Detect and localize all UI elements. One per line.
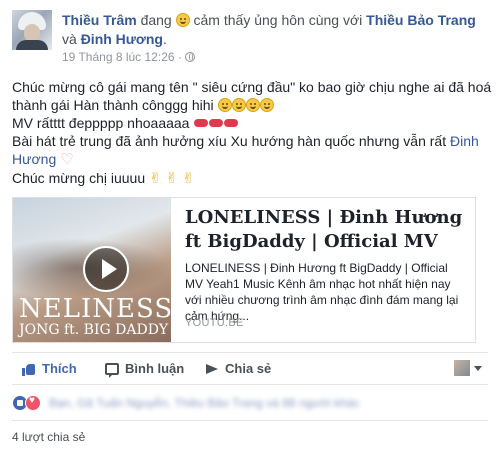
- play-icon[interactable]: [83, 246, 129, 292]
- lips-icon: [194, 119, 209, 127]
- preview-description: LONELINESS | Đinh Hương ft BigDaddy | Of…: [185, 261, 459, 323]
- preview-domain: YOUTU.BE: [185, 317, 244, 329]
- victory-hand-icon: ✌: [181, 170, 195, 187]
- post-text-4: Chúc mừng chị iuuuu: [12, 170, 146, 186]
- comment-icon: [105, 363, 119, 378]
- header-period: .: [163, 31, 167, 47]
- tagged-friend-1[interactable]: Thiều Bảo Trang: [366, 12, 476, 28]
- comment-button[interactable]: Bình luận: [105, 358, 184, 380]
- avatar: [454, 360, 470, 376]
- chevron-down-icon: [474, 365, 482, 371]
- reactions-summary[interactable]: Bạn, Gã Tuấn Nguyễn, Thiều Bảo Trang và …: [12, 393, 360, 413]
- post-card: Thiều Trâm đang cảm thấy ủng hôn cùng vớ…: [0, 0, 500, 457]
- grinning-emoji-icon: [175, 13, 190, 27]
- grinning-emoji-icon: [245, 98, 260, 112]
- heart-icon: ♡: [60, 151, 74, 168]
- divider: [12, 352, 488, 353]
- post-timestamp[interactable]: 19 Tháng 8 lúc 12:26 ·: [62, 50, 182, 64]
- post-text-2: MV rấtttt đeppppp nhoaaaaa: [12, 115, 190, 131]
- preview-text: LONELINESS | Đinh Hương ft BigDaddy | Of…: [185, 206, 469, 324]
- post-text-3: Bài hát trẻ trung đã ảnh hưởng xíu Xu hư…: [12, 133, 447, 149]
- reactor-names[interactable]: Bạn, Gã Tuấn Nguyễn, Thiều Bảo Trang và …: [49, 396, 360, 410]
- like-label: Thích: [42, 361, 77, 376]
- post-body: Chúc mừng cô gái mang tên " siêu cứng đầ…: [12, 78, 492, 188]
- status-prefix: đang: [140, 12, 172, 28]
- divider: [12, 420, 488, 421]
- thumbs-up-icon: [22, 363, 36, 376]
- post-line-3: Bài hát trẻ trung đã ảnh hưởng xíu Xu hư…: [12, 132, 492, 169]
- grinning-emoji-icon: [217, 98, 232, 112]
- action-bar: Thích Bình luận Chia sẻ: [12, 358, 488, 380]
- lips-icon: [209, 119, 224, 127]
- like-button[interactable]: Thích: [22, 358, 77, 380]
- share-label: Chia sẻ: [225, 361, 272, 376]
- thumbnail-subtitle: JONG ft. BIG DADDY: [19, 322, 169, 338]
- divider: [12, 384, 488, 385]
- post-line-4: Chúc mừng chị iuuuu ✌ ✌ ✌: [12, 169, 492, 188]
- share-count[interactable]: 4 lượt chia sẻ: [12, 430, 85, 444]
- video-thumbnail[interactable]: NELINESS JONG ft. BIG DADDY: [13, 198, 171, 342]
- profile-picker[interactable]: [454, 360, 482, 376]
- author-name[interactable]: Thiều Trâm: [62, 12, 137, 28]
- grinning-emoji-icon: [259, 98, 274, 112]
- victory-hand-icon: ✌: [149, 170, 162, 187]
- link-preview[interactable]: NELINESS JONG ft. BIG DADDY LONELINESS |…: [12, 197, 476, 343]
- comment-label: Bình luận: [125, 361, 185, 376]
- author-avatar[interactable]: [12, 10, 52, 50]
- feeling-text: cảm thấy ủng hôn cùng với: [193, 12, 363, 28]
- and-word: và: [62, 31, 77, 47]
- grinning-emoji-icon: [231, 98, 246, 112]
- victory-hand-icon: ✌: [165, 170, 179, 187]
- love-reaction-icon: [25, 395, 41, 411]
- lips-icon: [224, 119, 239, 127]
- globe-icon[interactable]: [184, 52, 195, 62]
- share-button[interactable]: Chia sẻ: [205, 358, 271, 380]
- thumbnail-title: NELINESS: [19, 294, 171, 324]
- post-header: Thiều Trâm đang cảm thấy ủng hôn cùng vớ…: [62, 11, 492, 49]
- post-line-1: Chúc mừng cô gái mang tên " siêu cứng đầ…: [12, 78, 492, 114]
- preview-title[interactable]: LONELINESS | Đinh Hương ft BigDaddy | Of…: [185, 206, 469, 254]
- post-line-2: MV rấtttt đeppppp nhoaaaaa: [12, 114, 492, 132]
- post-meta: 19 Tháng 8 lúc 12:26 ·: [62, 50, 195, 64]
- tagged-friend-2[interactable]: Đinh Hương: [81, 31, 163, 47]
- share-arrow-icon: [205, 363, 219, 375]
